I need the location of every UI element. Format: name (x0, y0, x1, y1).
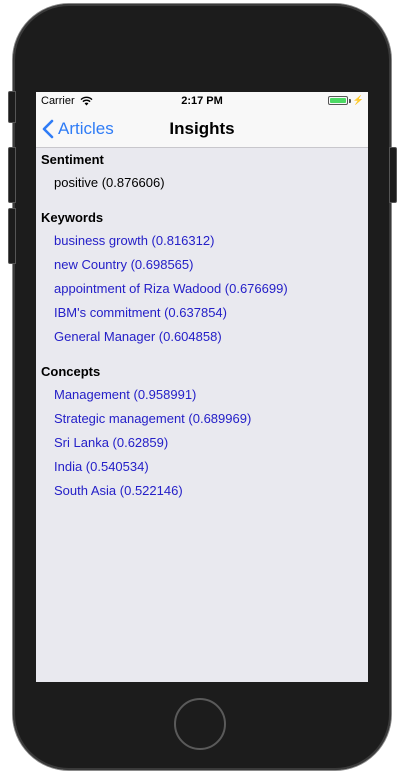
charging-icon: ⚡ (352, 95, 364, 105)
battery-body (327, 96, 348, 105)
screen: Carrier 2:17 PM ⚡ Insights Articles Sent… (36, 92, 368, 682)
concepts-heading: Concepts (41, 364, 101, 379)
keyword-item[interactable]: appointment of Riza Wadood (0.676699) (36, 277, 368, 301)
volume-up-button (8, 147, 16, 203)
chevron-left-icon (42, 119, 54, 139)
keyword-item[interactable]: new Country (0.698565) (36, 253, 368, 277)
insights-content: Sentiment positive (0.876606) Keywords b… (36, 149, 368, 503)
keyword-item[interactable]: IBM's commitment (0.637854) (36, 301, 368, 325)
battery-icon: ⚡ (327, 95, 364, 105)
silent-switch (8, 91, 16, 123)
volume-down-button (8, 208, 16, 264)
concept-item[interactable]: India (0.540534) (36, 455, 368, 479)
keyword-item[interactable]: General Manager (0.604858) (36, 325, 368, 349)
power-button (389, 147, 397, 203)
concept-item[interactable]: Sri Lanka (0.62859) (36, 431, 368, 455)
sentiment-value: positive (0.876606) (54, 175, 165, 190)
back-button-label: Articles (58, 119, 114, 138)
home-button[interactable] (174, 698, 226, 750)
concept-item[interactable]: Management (0.958991) (36, 383, 368, 407)
concept-item[interactable]: South Asia (0.522146) (36, 479, 368, 503)
keywords-heading: Keywords (41, 210, 104, 225)
status-bar: Carrier 2:17 PM ⚡ (36, 92, 368, 110)
keyword-item[interactable]: business growth (0.816312) (36, 229, 368, 253)
battery-fill (329, 98, 346, 103)
back-button[interactable]: Articles (42, 110, 114, 148)
sentiment-heading: Sentiment (41, 152, 104, 167)
battery-tip (348, 98, 351, 103)
status-time: 2:17 PM (181, 95, 223, 107)
concept-item[interactable]: Strategic management (0.689969) (36, 407, 368, 431)
navigation-bar: Insights Articles (36, 110, 368, 148)
